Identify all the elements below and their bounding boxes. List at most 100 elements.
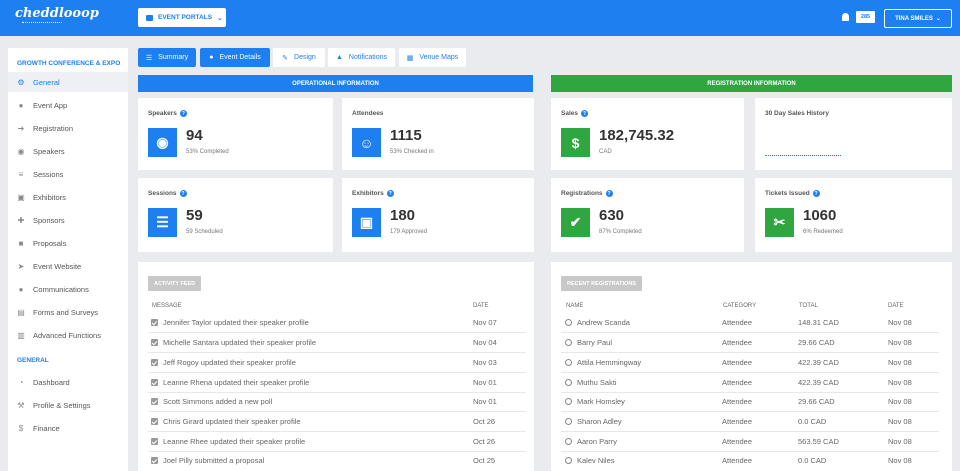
sidebar-item-label: Speakers <box>33 146 65 156</box>
message-cell: Leanne Rhee updated their speaker profil… <box>151 437 305 446</box>
list-icon: ☰ <box>148 208 177 237</box>
col-date: DATE <box>888 303 904 309</box>
sidebar-item-sponsors[interactable]: ✚ Sponsors <box>8 210 128 230</box>
total-cell: 0.0 CAD <box>798 417 827 426</box>
chevron-down-icon: ⌄ <box>935 16 941 22</box>
table-row[interactable]: Andrew Scanda Attendee 148.31 CAD Nov 08 <box>561 313 939 333</box>
table-row[interactable]: Barry Paul Attendee 29.66 CAD Nov 08 <box>561 333 939 353</box>
help-icon[interactable]: ? <box>386 190 394 197</box>
help-icon[interactable]: ? <box>605 190 613 197</box>
sidebar-item-speakers[interactable]: ◉ Speakers <box>8 141 128 161</box>
gift-icon: ✚ <box>17 215 25 225</box>
date-cell: Nov 01 <box>473 397 497 406</box>
sidebar-item-registration[interactable]: ➔ Registration <box>8 118 128 138</box>
gear-icon: ⚙ <box>17 77 25 87</box>
table-row[interactable]: Mark Homsley Attendee 29.66 CAD Nov 08 <box>561 392 939 412</box>
sidebar-item-finance[interactable]: $ Finance <box>8 418 128 438</box>
sidebar-item-exhibitors[interactable]: ▣ Exhibitors <box>8 187 128 207</box>
card-title: Sessions? <box>148 190 187 197</box>
col-name: NAME <box>566 303 584 309</box>
check-square-icon: ✔ <box>561 208 590 237</box>
check-square-icon <box>151 319 158 326</box>
card-title: Registrations? <box>561 190 613 197</box>
sidebar-item-sessions[interactable]: ≡ Sessions <box>8 164 128 184</box>
tab-summary[interactable]: ☰ Summary <box>138 48 196 67</box>
table-row[interactable]: Scott Simmons added a new poll Nov 01 <box>148 392 526 412</box>
tab-design[interactable]: ✎ Design <box>273 48 325 67</box>
user-icon <box>565 359 572 366</box>
total-cell: 29.66 CAD <box>798 338 835 347</box>
user-menu-button[interactable]: TINA SMILES ⌄ <box>884 9 952 28</box>
help-icon[interactable]: ? <box>812 190 820 197</box>
card-title: Sales? <box>561 110 588 117</box>
logo-underline <box>22 22 62 23</box>
apple-icon: ● <box>18 100 24 110</box>
table-row[interactable]: Muthu Sakti Attendee 422.39 CAD Nov 08 <box>561 373 939 393</box>
tab-event-details[interactable]: ● Event Details <box>200 48 270 67</box>
table-row[interactable]: Leanne Rhena updated their speaker profi… <box>148 373 526 393</box>
sidebar-item-proposals[interactable]: ■ Proposals <box>8 233 128 253</box>
tab-label: Venue Maps <box>419 54 459 61</box>
speakers-card[interactable]: Speakers? ◉ 94 53% Completed <box>138 98 333 170</box>
tickets-card[interactable]: Tickets Issued? ✂ 1060 6% Redeemed <box>755 178 952 252</box>
help-icon[interactable]: ? <box>581 110 588 117</box>
table-row[interactable]: Aaron Parry Attendee 563.59 CAD Nov 08 <box>561 432 939 452</box>
table-row[interactable]: Attila Hemmingway Attendee 422.39 CAD No… <box>561 353 939 373</box>
message-cell: Leanne Rhena updated their speaker profi… <box>151 378 309 387</box>
sidebar-item-advanced-functions[interactable]: ▥ Advanced Functions <box>8 325 128 345</box>
col-message: MESSAGE <box>152 303 182 309</box>
event-portals-button[interactable]: EVENT PORTALS ⌄ <box>138 8 226 27</box>
sidebar-item-profile-settings[interactable]: ⚒ Profile & Settings <box>8 395 128 415</box>
card-title: Attendees <box>352 110 384 117</box>
table-row[interactable]: Kalev Niles Attendee 0.0 CAD Nov 08 <box>561 451 939 471</box>
table-row[interactable]: Jennifer Taylor updated their speaker pr… <box>148 313 526 333</box>
table-row[interactable]: Chris Girard updated their speaker profi… <box>148 412 526 432</box>
sidebar-item-general[interactable]: ⚙ General <box>8 72 128 92</box>
tab-venue-maps[interactable]: ▦ Venue Maps <box>399 48 466 67</box>
tickets-sub: 6% Redeemed <box>803 229 843 235</box>
notification-count-badge[interactable]: 285 <box>856 11 875 23</box>
sidebar-item-event-app[interactable]: ● Event App <box>8 95 128 115</box>
sales-card[interactable]: Sales? $ 182,745.32 CAD <box>551 98 744 170</box>
card-title: Exhibitors? <box>352 190 394 197</box>
category-cell: Attendee <box>722 397 753 406</box>
table-row[interactable]: Michelle Santara updated their speaker p… <box>148 333 526 353</box>
user-icon <box>565 339 572 346</box>
sidebar-item-label: Finance <box>33 423 60 433</box>
app-logo[interactable]: cheddlooop <box>15 6 99 21</box>
attendees-card[interactable]: Attendees ☺ 1115 53% Checked in <box>342 98 534 170</box>
table-row[interactable]: Leanne Rhee updated their speaker profil… <box>148 432 526 452</box>
sidebar-item-label: Event App <box>33 100 68 110</box>
tab-notifications[interactable]: ▲ Notifications <box>328 48 395 67</box>
total-cell: 148.31 CAD <box>798 318 839 327</box>
message-cell: Jennifer Taylor updated their speaker pr… <box>151 318 309 327</box>
operational-info-header: OPERATIONAL INFORMATION <box>138 75 533 92</box>
name-cell: Andrew Scanda <box>565 318 630 327</box>
check-square-icon <box>151 418 158 425</box>
user-circle-icon: ◉ <box>148 128 177 157</box>
tab-label: Event Details <box>219 54 261 61</box>
message-cell: Jeff Rogoy updated their speaker profile <box>151 358 296 367</box>
table-row[interactable]: Jeff Rogoy updated their speaker profile… <box>148 353 526 373</box>
col-category: CATEGORY <box>723 303 757 309</box>
user-icon <box>565 438 572 445</box>
sales-history-card[interactable]: 30 Day Sales History <box>755 98 952 170</box>
sidebar-item-event-website[interactable]: ➤ Event Website <box>8 256 128 276</box>
sessions-card[interactable]: Sessions? ☰ 59 59 Scheduled <box>138 178 333 252</box>
activity-feed-panel: ACTIVITY FEED MESSAGE DATE Jennifer Tayl… <box>138 262 534 471</box>
bell-icon[interactable] <box>842 13 849 21</box>
exhibitors-card[interactable]: Exhibitors? ▣ 180 179 Approved <box>342 178 534 252</box>
help-icon[interactable]: ? <box>179 190 187 197</box>
table-row[interactable]: Joel Pilly submitted a proposal Oct 25 <box>148 451 526 471</box>
sidebar-item-forms-surveys[interactable]: ▤ Forms and Surveys <box>8 302 128 322</box>
sidebar-event-heading: GROWTH CONFERENCE & EXPO <box>17 60 121 67</box>
sidebar-item-communications[interactable]: ● Communications <box>8 279 128 299</box>
help-icon[interactable]: ? <box>179 110 187 117</box>
sidebar-item-dashboard[interactable]: ◔ Dashboard <box>8 372 128 392</box>
registrations-card[interactable]: Registrations? ✔ 630 87% Completed <box>551 178 744 252</box>
bell-icon: ▲ <box>335 54 343 61</box>
speakers-count: 94 <box>186 127 203 144</box>
ticket-icon: ✂ <box>765 208 794 237</box>
table-row[interactable]: Sharon Adley Attendee 0.0 CAD Nov 08 <box>561 412 939 432</box>
name-cell: Mark Homsley <box>565 397 625 406</box>
